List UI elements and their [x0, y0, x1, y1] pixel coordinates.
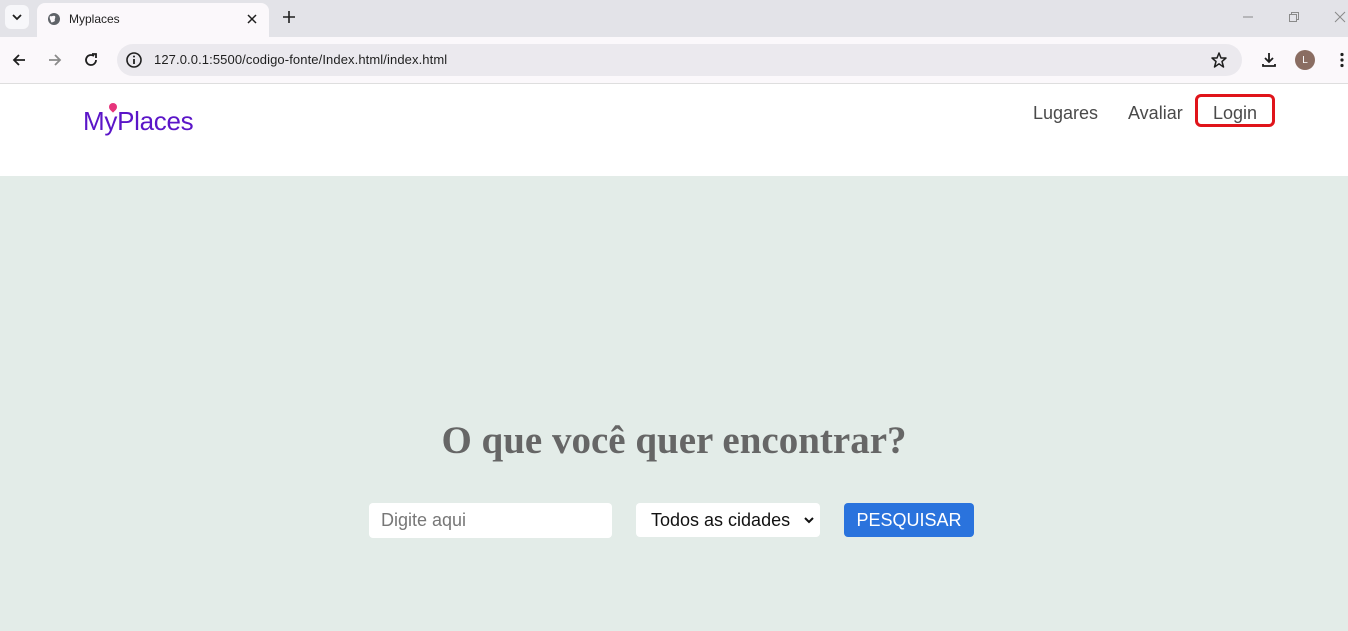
- search-input[interactable]: [369, 503, 612, 538]
- back-icon[interactable]: [10, 51, 28, 69]
- hero-title: O que você quer encontrar?: [441, 419, 907, 462]
- globe-icon: [48, 13, 60, 25]
- browser-tab-strip: Myplaces: [0, 0, 1348, 37]
- nav-lugares-link[interactable]: Lugares: [1033, 103, 1098, 124]
- browser-tab[interactable]: Myplaces: [37, 3, 269, 37]
- new-tab-icon[interactable]: [281, 9, 297, 25]
- window-close-icon[interactable]: [1333, 10, 1347, 24]
- search-button[interactable]: PESQUISAR: [844, 503, 974, 537]
- minimize-icon[interactable]: [1241, 10, 1255, 24]
- chevron-down-icon: [12, 14, 22, 21]
- close-tab-icon[interactable]: [245, 12, 259, 26]
- reload-icon[interactable]: [82, 51, 100, 69]
- tab-list-button[interactable]: [5, 5, 29, 29]
- url-text: 127.0.0.1:5500/codigo-fonte/Index.html/i…: [154, 52, 448, 67]
- city-select-value: Todos as cidades: [651, 510, 791, 530]
- myplaces-logo[interactable]: MyPlaces: [83, 101, 194, 137]
- nav-login-link[interactable]: Login: [1213, 103, 1257, 124]
- menu-icon[interactable]: [1333, 51, 1348, 69]
- logo-text-m: M: [83, 106, 105, 136]
- profile-avatar[interactable]: L: [1295, 50, 1315, 70]
- chevron-down-icon: [804, 517, 814, 524]
- city-select[interactable]: Todos as cidades: [636, 503, 820, 537]
- logo-text-places: Places: [117, 106, 194, 136]
- site-header: MyPlaces Lugares Avaliar Login: [0, 84, 1348, 176]
- forward-icon[interactable]: [46, 51, 64, 69]
- restore-icon[interactable]: [1287, 10, 1301, 24]
- star-icon[interactable]: [1210, 51, 1228, 69]
- address-bar[interactable]: 127.0.0.1:5500/codigo-fonte/Index.html/i…: [117, 44, 1242, 76]
- download-icon[interactable]: [1260, 51, 1278, 69]
- site-info-icon[interactable]: [125, 51, 143, 69]
- logo-pin-letter: y: [104, 101, 120, 137]
- tab-title: Myplaces: [69, 12, 120, 26]
- browser-toolbar: 127.0.0.1:5500/codigo-fonte/Index.html/i…: [0, 37, 1348, 84]
- nav-avaliar-link[interactable]: Avaliar: [1128, 103, 1183, 124]
